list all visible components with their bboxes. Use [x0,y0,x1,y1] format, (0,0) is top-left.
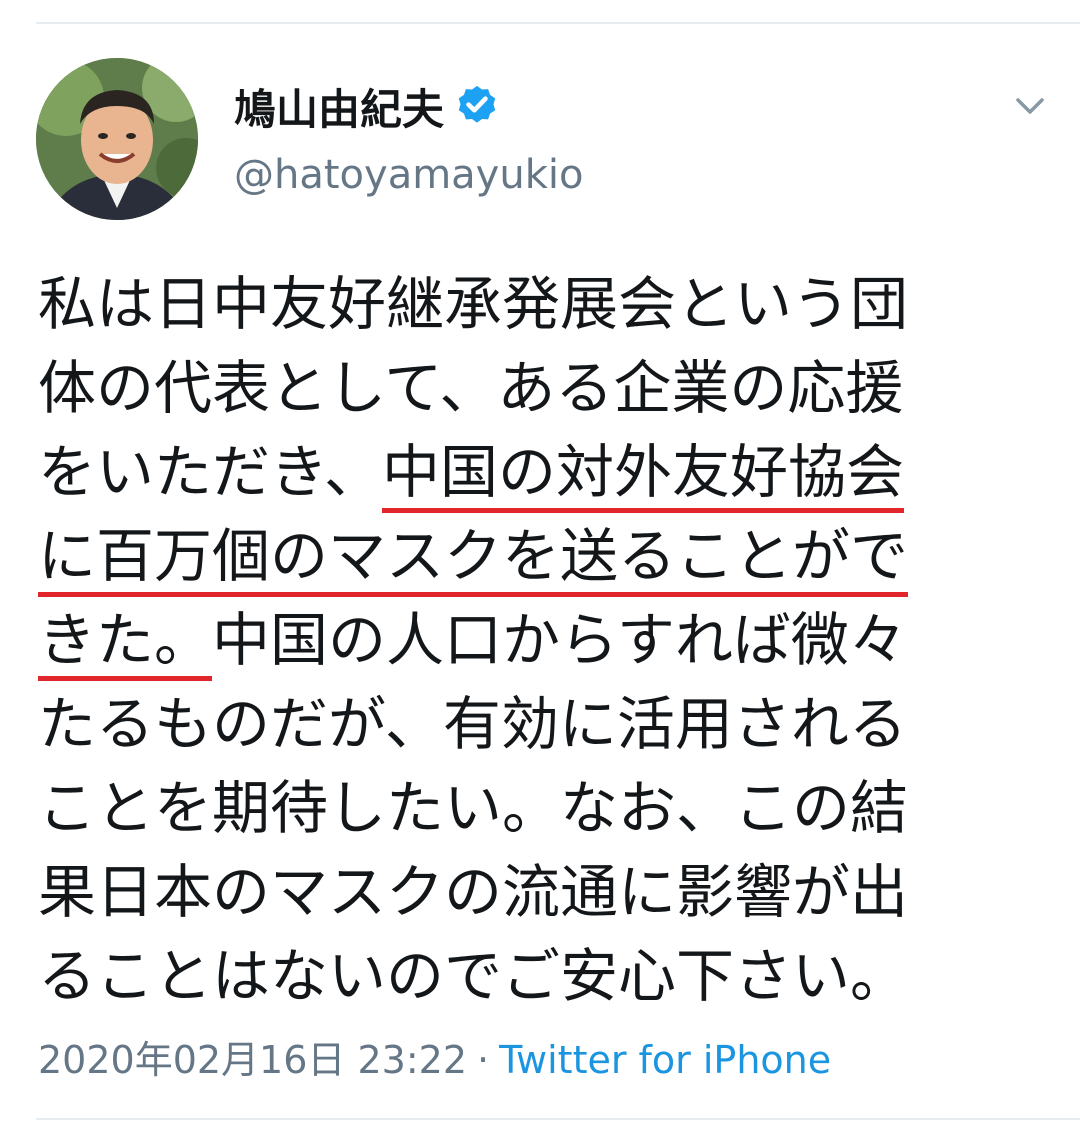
chevron-down-icon[interactable] [1008,84,1052,128]
tweet-text-plain: 中国の人口からすれば微々 [212,606,907,674]
tweet-source-link[interactable]: Twitter for iPhone [499,1038,831,1082]
verified-badge-icon [454,83,500,129]
tweet-text-plain: ことを期待したい。なお、この結 [38,774,909,842]
tweet-line: をいただき、中国の対外友好協会 [38,430,1038,514]
tweet-line: ことを期待したい。なお、この結 [38,766,1038,850]
tweet-line: たるものだが、有効に活用される [38,682,1038,766]
tweet-text-plain: たるものだが、有効に活用される [38,690,907,758]
tweet-line: きた。中国の人口からすれば微々 [38,598,1038,682]
avatar-photo [36,58,198,220]
author-name-row[interactable]: 鳩山由紀夫 [234,76,500,136]
top-divider [36,22,1080,24]
meta-separator: · [477,1038,490,1082]
tweet-line: 果日本のマスクの流通に影響が出 [38,850,1038,934]
avatar[interactable] [36,58,198,220]
tweet-text-plain: 私は日中友好継承発展会という団 [38,270,909,338]
author-handle[interactable]: @hatoyamayukio [234,152,583,198]
tweet-line: ることはないのでご安心下さい。 [38,934,1038,1018]
tweet-line: に百万個のマスクを送ることがで [38,514,1038,598]
author-display-name[interactable]: 鳩山由紀夫 [234,76,444,137]
underlined-text: に百万個のマスクを送ることがで [38,522,909,597]
tweet-line: 体の代表として、ある企業の応援 [38,346,1038,430]
bottom-divider [36,1118,1080,1120]
tweet-meta: 2020年02月16日 23:22 · Twitter for iPhone [38,1032,831,1088]
tweet-timestamp[interactable]: 2020年02月16日 23:22 [38,1038,467,1082]
tweet-text-plain: 果日本のマスクの流通に影響が出 [38,858,909,926]
tweet-line: 私は日中友好継承発展会という団 [38,262,1038,346]
tweet-text: 私は日中友好継承発展会という団 体の代表として、ある企業の応援 をいただき、中国… [38,262,1038,1018]
tweet-text-plain: をいただき、 [38,438,382,506]
tweet-text-plain: 体の代表として、ある企業の応援 [38,354,904,422]
tweet-text-plain: ることはないのでご安心下さい。 [38,942,909,1010]
underlined-text: きた。 [38,606,213,681]
underlined-text: 中国の対外友好協会 [381,438,904,513]
